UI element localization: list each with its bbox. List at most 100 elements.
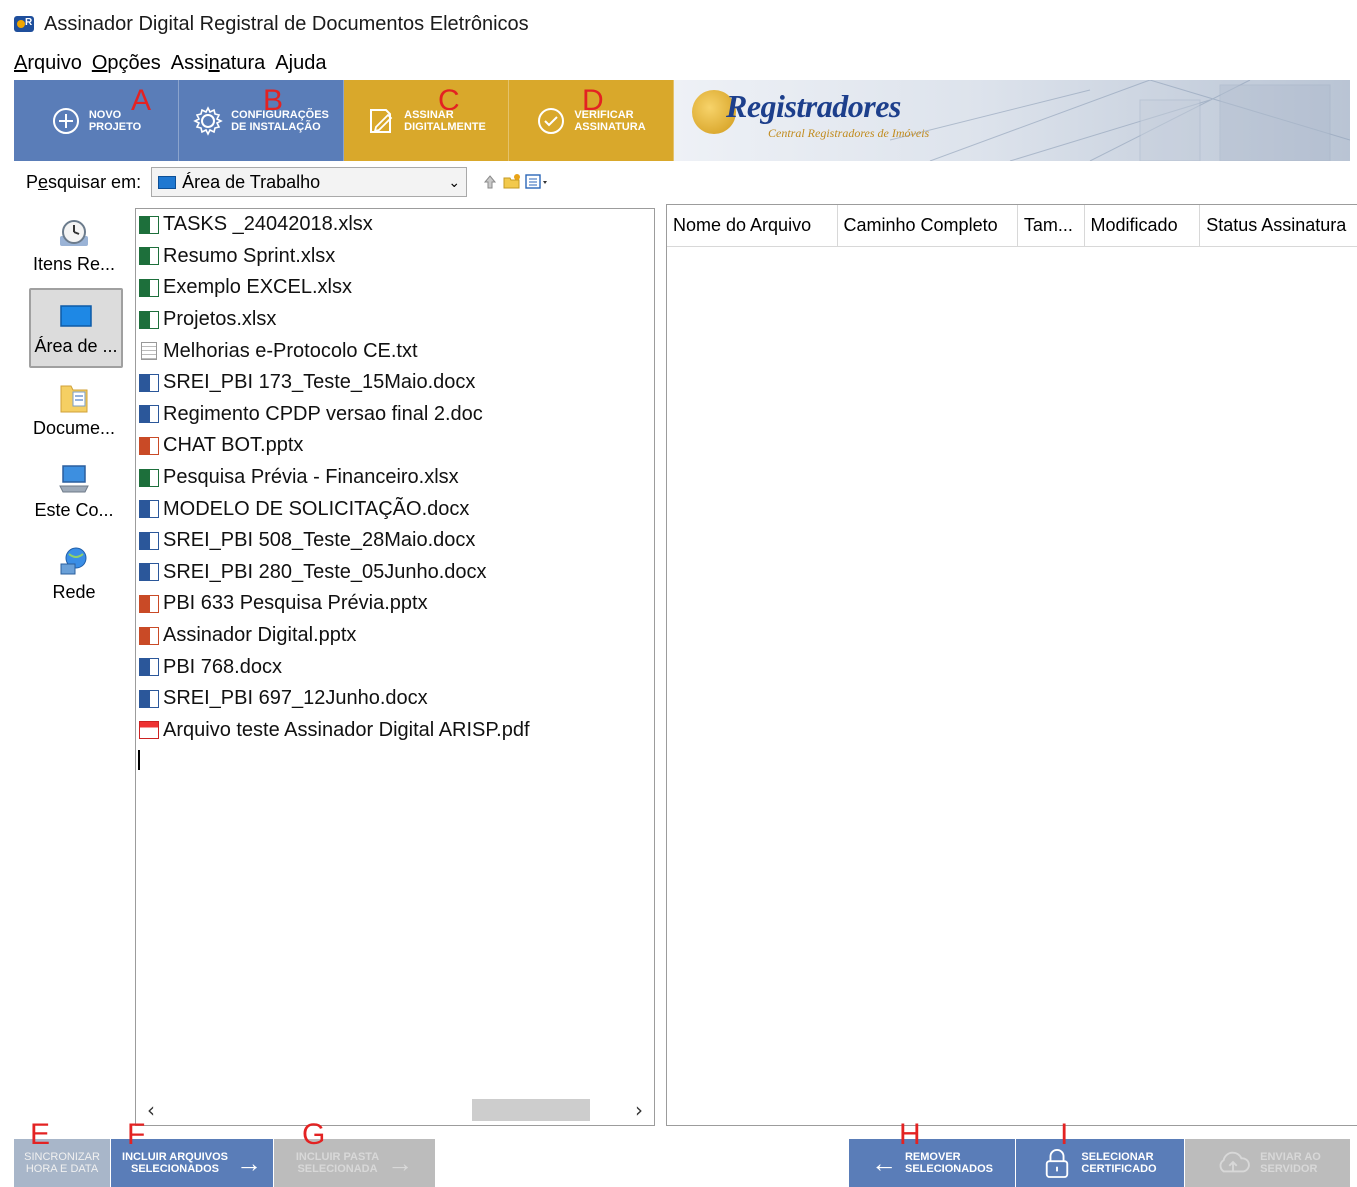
- ppt-file-icon: [139, 436, 159, 455]
- assinar-digitalmente-button[interactable]: ASSINAR DIGITALMENTE: [344, 80, 509, 161]
- file-item[interactable]: Arquivo teste Assinador Digital ARISP.pd…: [136, 715, 654, 747]
- file-name: SREI_PBI 697_12Junho.docx: [163, 687, 428, 710]
- place-this-computer[interactable]: Este Co...: [24, 452, 124, 532]
- registradores-banner: Registradores Central Registradores de I…: [674, 80, 1350, 161]
- place-network[interactable]: Rede: [24, 534, 124, 614]
- file-name: MODELO DE SOLICITAÇÃO.docx: [163, 497, 470, 520]
- place-recent-items[interactable]: Itens Re...: [24, 206, 124, 286]
- selecionar-certificado-button[interactable]: SELECIONAR CERTIFICADO: [1016, 1139, 1184, 1187]
- registradores-logo: Registradores Central Registradores de I…: [692, 88, 929, 141]
- plus-circle-icon: [52, 107, 79, 134]
- main-toolbar: NOVO PROJETO CONFIGURAÇÕES DE INSTALAÇÃO A…: [14, 80, 1350, 161]
- file-list[interactable]: TASKS _24042018.xlsx Resumo Sprint.xlsx Ex…: [135, 208, 655, 1126]
- gear-icon: [193, 105, 223, 136]
- file-item[interactable]: SREI_PBI 173_Teste_15Maio.docx: [136, 367, 654, 399]
- file-name: Arquivo teste Assinador Digital ARISP.pd…: [163, 718, 530, 741]
- file-name: PBI 633 Pesquisa Prévia.pptx: [163, 592, 428, 615]
- arrow-left-icon: ←: [870, 1148, 897, 1178]
- clock-icon: [60, 219, 88, 246]
- app-logo-icon: [14, 16, 34, 32]
- file-name: CHAT BOT.pptx: [163, 434, 304, 457]
- file-item[interactable]: SREI_PBI 508_Teste_28Maio.docx: [136, 525, 654, 557]
- file-name: Melhorias e-Protocolo CE.txt: [163, 339, 418, 362]
- place-documents[interactable]: Docume...: [24, 370, 124, 450]
- file-item[interactable]: PBI 633 Pesquisa Prévia.pptx: [136, 588, 654, 620]
- doc-file-icon: [139, 658, 159, 677]
- column-header-tamanho[interactable]: Tam...: [1018, 205, 1085, 246]
- doc-file-icon: [139, 405, 159, 424]
- menu-opcoes[interactable]: Opções: [92, 52, 161, 75]
- file-item[interactable]: TASKS _24042018.xlsx: [136, 209, 654, 241]
- annotation-a: A: [131, 84, 152, 117]
- up-folder-icon[interactable]: [481, 173, 499, 191]
- file-item[interactable]: SREI_PBI 280_Teste_05Junho.docx: [136, 557, 654, 589]
- column-header-caminho[interactable]: Caminho Completo: [838, 205, 1018, 246]
- doc-file-icon: [139, 563, 159, 582]
- annotation-g: G: [302, 1118, 326, 1151]
- menu-bar: Arquivo Opções Assinatura Ajuda: [14, 48, 326, 78]
- view-menu-icon[interactable]: [525, 173, 549, 191]
- horizontal-scrollbar[interactable]: ‹ ›: [136, 1095, 654, 1125]
- cloud-upload-icon: [1219, 1151, 1250, 1173]
- column-header-status[interactable]: Status Assinatura: [1200, 205, 1357, 246]
- place-desktop[interactable]: Área de ...: [29, 288, 123, 368]
- arrow-right-icon: →: [387, 1148, 414, 1178]
- file-name: Pesquisa Prévia - Financeiro.xlsx: [163, 466, 459, 489]
- check-circle-icon: [538, 107, 565, 134]
- file-name: Projetos.xlsx: [163, 308, 277, 331]
- column-header-nome[interactable]: Nome do Arquivo: [667, 205, 838, 246]
- file-item[interactable]: MODELO DE SOLICITAÇÃO.docx: [136, 493, 654, 525]
- menu-assinatura[interactable]: Assinatura: [171, 52, 266, 75]
- column-header-modificado[interactable]: Modificado: [1085, 205, 1201, 246]
- incluir-pasta-button[interactable]: INCLUIR PASTA SELECIONADA →: [274, 1139, 435, 1187]
- file-name: Resumo Sprint.xlsx: [163, 244, 336, 267]
- doc-file-icon: [139, 689, 159, 708]
- new-folder-icon[interactable]: [503, 173, 521, 191]
- configuracoes-button[interactable]: CONFIGURAÇÕES DE INSTALAÇÃO: [179, 80, 344, 161]
- window-title: Assinador Digital Registral de Documento…: [44, 12, 529, 35]
- selected-files-table[interactable]: Nome do Arquivo Caminho Completo Tam... …: [666, 204, 1357, 1126]
- desktop-icon: [60, 304, 92, 327]
- search-label: Pesquisar em:: [26, 171, 142, 192]
- annotation-i: I: [1060, 1118, 1069, 1151]
- file-item[interactable]: Pesquisa Prévia - Financeiro.xlsx: [136, 462, 654, 494]
- file-name: TASKS _24042018.xlsx: [163, 213, 373, 236]
- file-item[interactable]: SREI_PBI 697_12Junho.docx: [136, 683, 654, 715]
- menu-ajuda[interactable]: Ajuda: [275, 52, 326, 75]
- doc-file-icon: [139, 531, 159, 550]
- file-item[interactable]: Assinador Digital.pptx: [136, 620, 654, 652]
- annotation-e: E: [30, 1118, 51, 1151]
- text-cursor: [138, 750, 140, 771]
- file-name: Exemplo EXCEL.xlsx: [163, 276, 352, 299]
- file-item[interactable]: CHAT BOT.pptx: [136, 430, 654, 462]
- menu-arquivo[interactable]: Arquivo: [14, 52, 82, 75]
- search-row: Pesquisar em: Área de Trabalho ⌄: [26, 166, 549, 198]
- xls-file-icon: [139, 247, 159, 266]
- file-name: Regimento CPDP versao final 2.doc: [163, 402, 483, 425]
- scroll-thumb[interactable]: [472, 1099, 590, 1121]
- file-item[interactable]: PBI 768.docx: [136, 651, 654, 683]
- xls-file-icon: [139, 310, 159, 329]
- scroll-right-icon[interactable]: ›: [624, 1095, 654, 1125]
- novo-projeto-button[interactable]: NOVO PROJETO: [14, 80, 179, 161]
- ppt-file-icon: [139, 626, 159, 645]
- annotation-d: D: [582, 84, 604, 117]
- file-name: Assinador Digital.pptx: [163, 624, 357, 647]
- txt-file-icon: [141, 342, 157, 361]
- file-item[interactable]: Exemplo EXCEL.xlsx: [136, 272, 654, 304]
- remover-selecionados-button[interactable]: ← REMOVER SELECIONADOS: [849, 1139, 1015, 1187]
- scroll-track[interactable]: [166, 1097, 624, 1123]
- xls-file-icon: [139, 468, 159, 487]
- location-combobox[interactable]: Área de Trabalho ⌄: [151, 167, 468, 197]
- file-item[interactable]: Resumo Sprint.xlsx: [136, 241, 654, 273]
- sign-document-icon: [370, 108, 393, 133]
- annotation-c: C: [438, 84, 460, 117]
- banner-background-graphic: [890, 80, 1350, 161]
- xls-file-icon: [139, 278, 159, 297]
- file-item[interactable]: Melhorias e-Protocolo CE.txt: [136, 335, 654, 367]
- file-item[interactable]: Projetos.xlsx: [136, 304, 654, 336]
- file-item[interactable]: Regimento CPDP versao final 2.doc: [136, 399, 654, 431]
- file-name: SREI_PBI 508_Teste_28Maio.docx: [163, 529, 476, 552]
- enviar-servidor-button[interactable]: ENVIAR AO SERVIDOR: [1185, 1139, 1350, 1187]
- sincronizar-hora-button[interactable]: SINCRONIZAR HORA E DATA: [14, 1139, 110, 1187]
